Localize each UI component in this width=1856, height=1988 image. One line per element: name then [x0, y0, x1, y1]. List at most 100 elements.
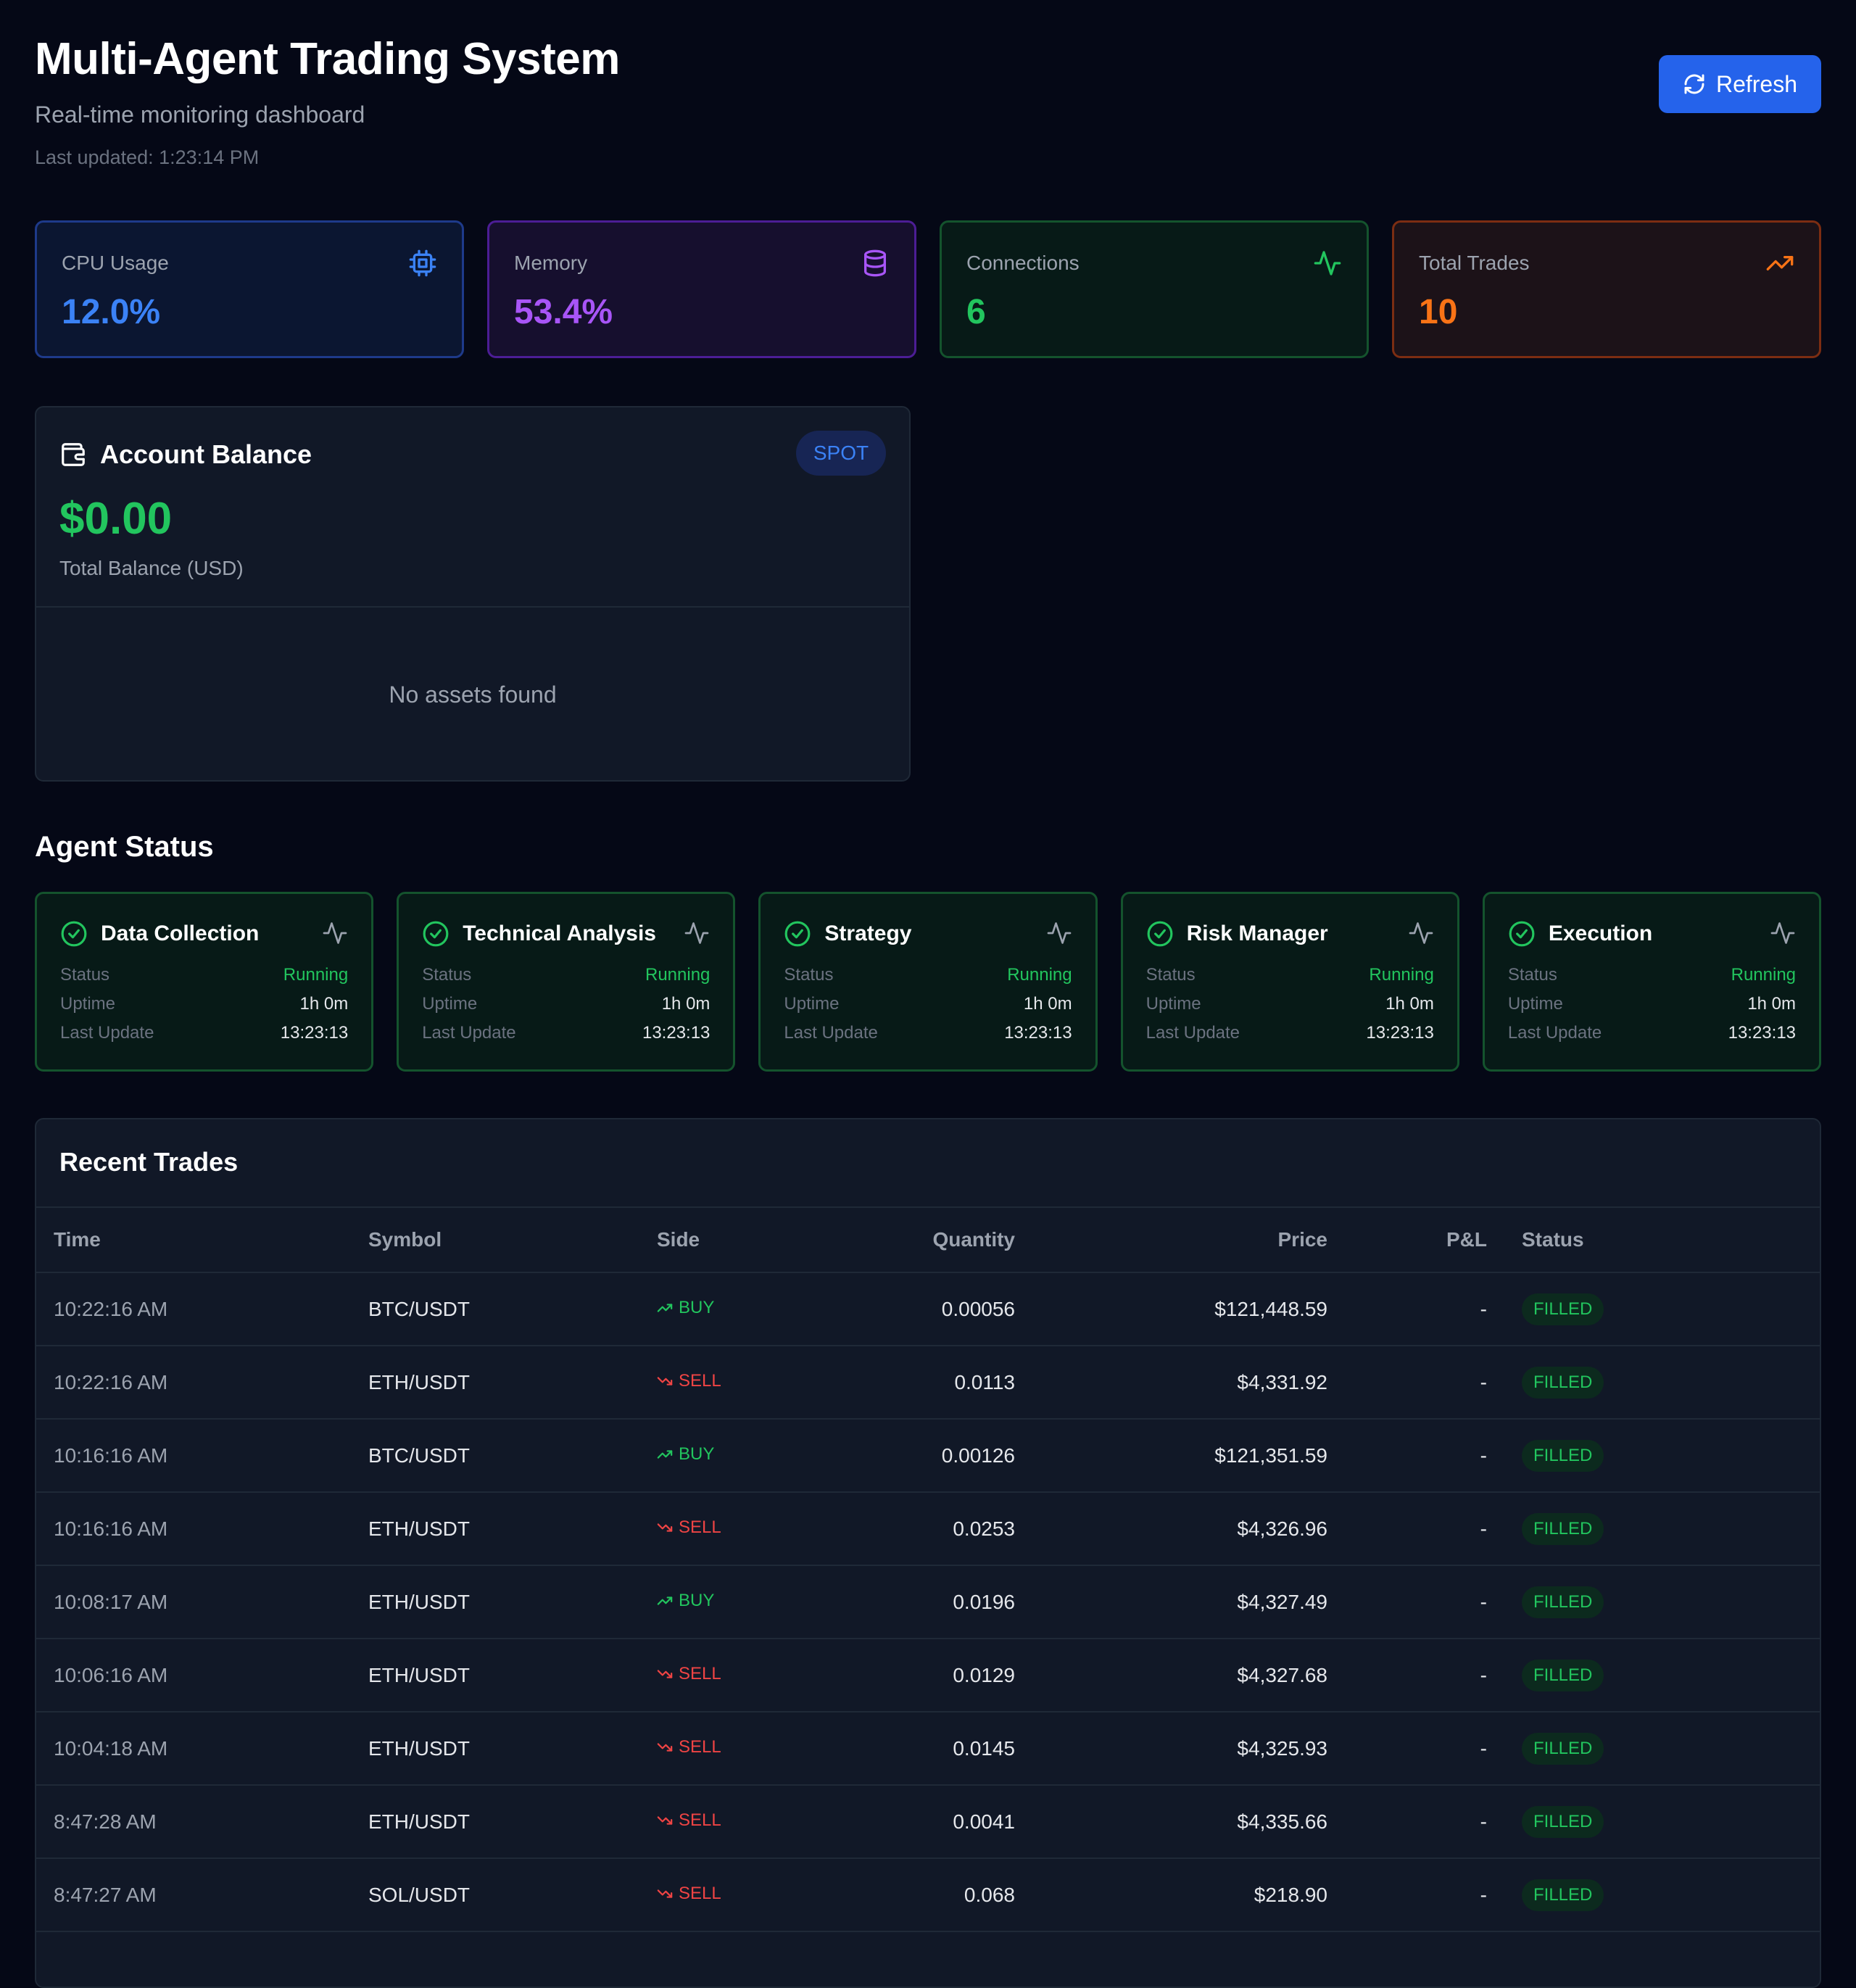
trade-price: $218.90: [1015, 1858, 1327, 1932]
metric-value: 6: [966, 293, 986, 331]
page-subtitle: Real-time monitoring dashboard: [35, 102, 365, 128]
trade-quantity: 0.00056: [874, 1272, 1015, 1346]
trade-side-label: BUY: [679, 1590, 715, 1610]
last-update-value: 13:23:13: [1728, 1023, 1797, 1043]
last-update-label: Last Update: [422, 1023, 516, 1043]
status-badge: FILLED: [1522, 1512, 1604, 1545]
trade-time: 10:22:16 AM: [36, 1272, 368, 1346]
agent-card: Execution Status Running Uptime 1h 0m Last Up…: [1482, 892, 1822, 1072]
agent-name: Execution: [1548, 921, 1653, 945]
status-badge: FILLED: [1522, 1732, 1604, 1765]
divider: [36, 606, 909, 608]
status-value: Running: [283, 965, 349, 985]
agent-cards-row: Data Collection Status Running Uptime 1h 0m L…: [35, 892, 1822, 1072]
check-circle-icon: [784, 921, 811, 947]
trade-symbol: SOL/USDT: [368, 1858, 657, 1932]
agent-uptime-row: Uptime 1h 0m: [60, 994, 348, 1014]
recent-trades-panel: Recent Trades Time Symbol Side Quantity …: [35, 1118, 1821, 1988]
trade-price: $4,327.68: [1015, 1639, 1327, 1712]
metric-value: 10: [1419, 293, 1458, 331]
check-circle-icon: [1509, 921, 1535, 947]
trending-down-icon: [657, 1815, 673, 1825]
trending-down-icon: [657, 1669, 673, 1678]
trade-side-label: SELL: [679, 1810, 721, 1830]
trade-side-cell: SELL: [657, 1346, 874, 1420]
trade-pnl: -: [1327, 1272, 1487, 1346]
agent-last-update-row: Last Update 13:23:13: [1508, 1023, 1796, 1043]
agent-status-row: Status Running: [1508, 965, 1796, 985]
trade-time: 8:47:28 AM: [36, 1785, 368, 1859]
status-label: Status: [1507, 965, 1557, 985]
agent-card: Data Collection Status Running Uptime 1h 0m L…: [35, 892, 374, 1072]
agent-last-update-row: Last Update 13:23:13: [422, 1023, 710, 1043]
table-row: 10:16:16 AM BTC/USDT BUY 0.00126 $121,351.59…: [36, 1419, 1820, 1493]
trending-down-icon: [657, 1523, 673, 1532]
recent-trades-title: Recent Trades: [59, 1147, 239, 1177]
last-update-value: 13:23:13: [1004, 1023, 1072, 1043]
uptime-label: Uptime: [422, 994, 478, 1014]
trending-up-icon: [657, 1303, 673, 1312]
status-badge: FILLED: [1522, 1805, 1604, 1838]
metric-value: 53.4%: [514, 293, 613, 331]
status-label: Status: [60, 965, 110, 985]
trade-side-cell: SELL: [657, 1858, 874, 1932]
trade-status-cell: FILLED: [1487, 1858, 1820, 1932]
database-icon: [864, 249, 886, 277]
total-balance-amount: $0.00: [59, 494, 173, 544]
metric-card-total-trades: Total Trades 10: [1392, 220, 1821, 358]
agent-last-update-row: Last Update 13:23:13: [784, 1023, 1072, 1043]
trade-side-cell: SELL: [657, 1639, 874, 1712]
uptime-value: 1h 0m: [299, 994, 349, 1014]
activity-icon: [1314, 251, 1341, 276]
status-badge: FILLED: [1522, 1879, 1604, 1911]
column-header-time: Time: [36, 1206, 368, 1273]
uptime-value: 1h 0m: [1023, 994, 1072, 1014]
trade-time: 10:04:18 AM: [36, 1712, 368, 1786]
spot-badge: SPOT: [796, 431, 886, 476]
status-value: Running: [1731, 965, 1797, 985]
last-update-label: Last Update: [1146, 1023, 1240, 1043]
trending-down-icon: [657, 1376, 673, 1386]
column-header-price: Price: [1015, 1206, 1327, 1273]
trade-price: $4,335.66: [1015, 1785, 1327, 1859]
uptime-value: 1h 0m: [1747, 994, 1797, 1014]
agent-status-row: Status Running: [60, 965, 348, 985]
agent-card: Technical Analysis Status Running Uptime 1h …: [397, 892, 736, 1072]
trade-side: SELL: [657, 1664, 721, 1684]
agent-uptime-row: Uptime 1h 0m: [1508, 994, 1796, 1014]
trade-side-cell: BUY: [657, 1565, 874, 1639]
trade-symbol: ETH/USDT: [368, 1565, 657, 1639]
refresh-button-label: Refresh: [1715, 70, 1798, 97]
trade-side: SELL: [657, 1810, 721, 1831]
last-update-value: 13:23:13: [642, 1023, 710, 1043]
refresh-button[interactable]: Refresh: [1659, 55, 1821, 113]
trade-side-label: SELL: [679, 1517, 721, 1537]
trade-price: $4,327.49: [1015, 1565, 1327, 1639]
trade-price: $4,331.92: [1015, 1346, 1327, 1420]
trade-time: 10:16:16 AM: [36, 1492, 368, 1566]
table-row: 8:47:27 AM SOL/USDT SELL 0.068 $218.90- FILLE…: [36, 1858, 1820, 1932]
trade-symbol: ETH/USDT: [368, 1346, 657, 1420]
table-row: 10:16:16 AM ETH/USDT SELL 0.0253 $4,326.96- F…: [36, 1492, 1820, 1566]
trade-side-cell: SELL: [657, 1712, 874, 1786]
trade-quantity: 0.0145: [874, 1712, 1015, 1786]
agent-last-update-row: Last Update 13:23:13: [60, 1023, 348, 1043]
uptime-value: 1h 0m: [1385, 994, 1434, 1014]
metric-card-memory: Memory 53.4%: [487, 220, 916, 358]
trending-down-icon: [657, 1742, 673, 1752]
trade-status-cell: FILLED: [1487, 1419, 1820, 1493]
column-header-status: Status: [1487, 1206, 1820, 1273]
trending-up-icon: [657, 1449, 673, 1459]
trade-side-label: SELL: [679, 1663, 721, 1683]
trade-side: SELL: [657, 1371, 721, 1391]
check-circle-icon: [1147, 921, 1173, 947]
total-balance-caption: Total Balance (USD): [59, 557, 244, 579]
trade-price: $121,351.59: [1015, 1419, 1327, 1493]
status-value: Running: [1369, 965, 1434, 985]
column-header-side: Side: [657, 1206, 874, 1273]
trade-status-cell: FILLED: [1487, 1712, 1820, 1786]
table-row: 10:22:16 AM BTC/USDT BUY 0.00056 $121,448.59…: [36, 1272, 1820, 1346]
trade-side-cell: SELL: [657, 1785, 874, 1859]
trade-quantity: 0.0253: [874, 1492, 1015, 1566]
trade-side: BUY: [657, 1444, 714, 1465]
